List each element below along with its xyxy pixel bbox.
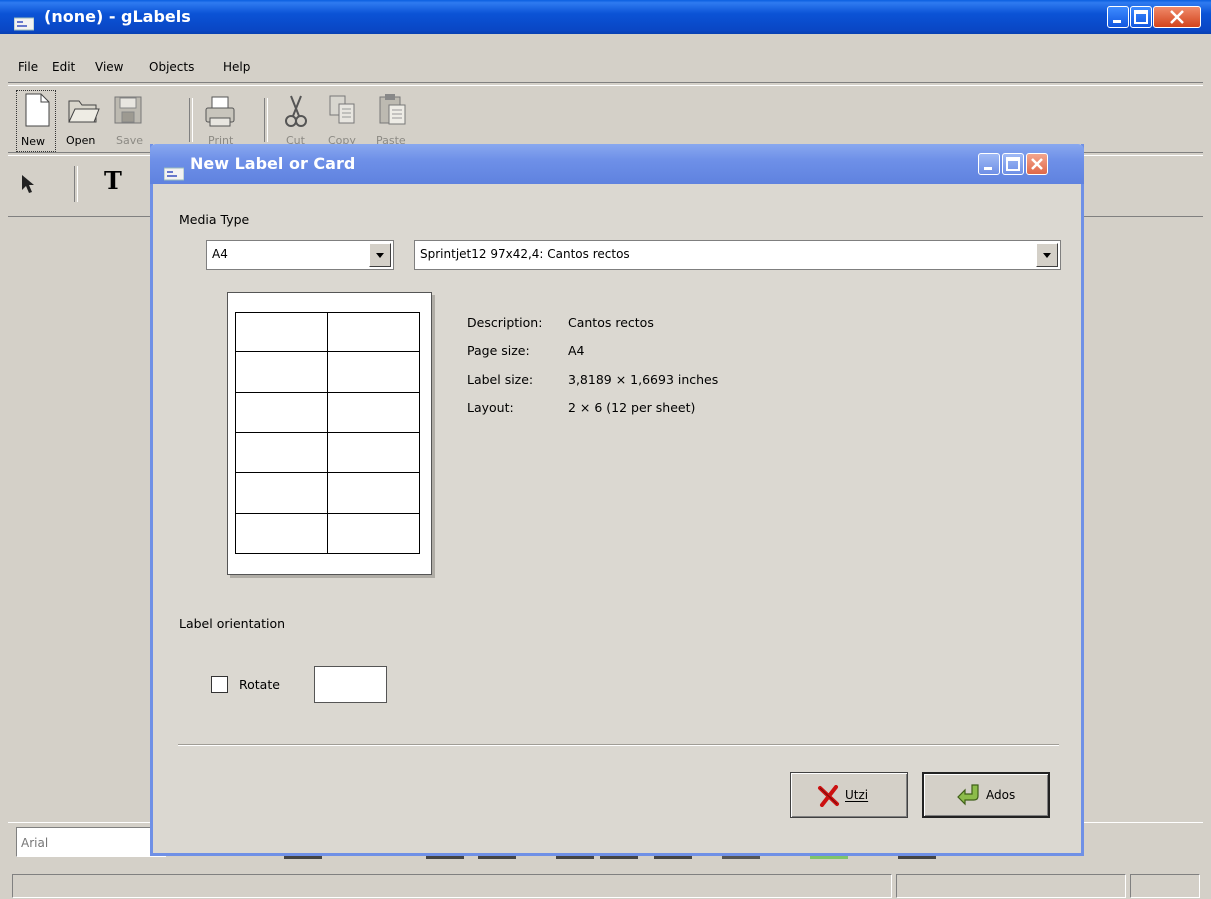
label-cell: [235, 472, 328, 514]
select-arrow-icon[interactable]: [20, 174, 36, 197]
rotate-checkbox[interactable]: [211, 676, 228, 693]
close-icon[interactable]: [1153, 6, 1201, 28]
toolbar-separator: [264, 98, 268, 142]
label-cell: [235, 312, 328, 353]
main-titlebar[interactable]: (none) - gLabels: [0, 0, 1211, 34]
window-title: (none) - gLabels: [44, 7, 191, 26]
label-cell: [326, 351, 420, 393]
open-label: Open: [66, 134, 96, 147]
copy-button[interactable]: Copy: [322, 90, 362, 152]
maximize-icon[interactable]: [1130, 6, 1152, 28]
new-document-icon: [23, 93, 51, 130]
print-button[interactable]: Print: [200, 90, 240, 152]
ok-button[interactable]: Ados: [922, 772, 1050, 818]
label-cell: [326, 512, 420, 554]
page-size-dropdown-button[interactable]: [369, 243, 391, 267]
menu-edit[interactable]: Edit: [52, 60, 75, 74]
menu-objects[interactable]: Objects: [149, 60, 194, 74]
open-button[interactable]: Open: [60, 90, 104, 152]
media-type-heading: Media Type: [179, 212, 250, 227]
dialog-title: New Label or Card: [190, 154, 356, 173]
save-label: Save: [116, 134, 144, 147]
menu-bar: File Edit View Objects Help: [0, 34, 1211, 82]
template-dropdown-button[interactable]: [1036, 243, 1058, 267]
save-button[interactable]: Save: [108, 90, 148, 152]
rotate-preview: [314, 666, 387, 703]
cancel-x-icon: [817, 785, 841, 810]
label-cell: [326, 432, 420, 474]
ok-arrow-icon: [956, 782, 984, 811]
label-cell: [235, 512, 328, 554]
label-cell: [235, 391, 328, 433]
printer-icon: [204, 96, 236, 131]
save-floppy-icon: [114, 96, 142, 127]
app-icon: [13, 10, 35, 31]
font-name-combo[interactable]: Arial: [16, 827, 166, 857]
ok-label: Ados: [986, 788, 1016, 802]
toolbar-separator: [189, 98, 193, 142]
status-message-panel: [12, 874, 892, 898]
description-label: Description:: [467, 315, 543, 330]
page-size-value: A4: [568, 343, 585, 358]
label-size-value: 3,8189 × 1,6693 inches: [568, 372, 719, 387]
layout-label: Layout:: [467, 400, 514, 415]
rotate-label: Rotate: [239, 677, 280, 692]
main-toolbar: New Open Save Print Cut Copy Paste: [8, 86, 1203, 152]
status-bar: [8, 872, 1203, 899]
dialog-maximize-icon[interactable]: [1002, 153, 1024, 175]
text-tool-icon[interactable]: T: [104, 166, 122, 195]
description-value: Cantos rectos: [568, 315, 654, 330]
label-sheet-preview: [227, 292, 432, 575]
status-zoom-panel: [896, 874, 1126, 898]
page-size-label: Page size:: [467, 343, 530, 358]
menu-help[interactable]: Help: [223, 60, 250, 74]
template-combo-value: Sprintjet12 97x42,4: Cantos rectos: [420, 247, 630, 261]
label-cell: [326, 472, 420, 514]
open-folder-icon: [68, 96, 100, 127]
label-cell: [326, 312, 420, 353]
new-label: New: [21, 135, 45, 148]
cut-button[interactable]: Cut: [276, 90, 314, 152]
cancel-label: Utzi: [845, 788, 869, 802]
label-cell: [326, 391, 420, 433]
cancel-button[interactable]: Utzi: [790, 772, 908, 818]
page-size-combo[interactable]: A4: [206, 240, 394, 270]
chevron-down-icon: [376, 253, 384, 258]
scissors-icon: [284, 94, 308, 131]
label-grid: [235, 312, 420, 554]
status-cursor-panel: [1130, 874, 1200, 898]
toolbar-separator: [74, 166, 78, 202]
chevron-down-icon: [1043, 253, 1051, 258]
dialog-minimize-icon[interactable]: [978, 153, 1000, 175]
dialog-separator: [178, 744, 1059, 746]
page-size-combo-value: A4: [212, 247, 228, 261]
label-cell: [235, 432, 328, 474]
new-label-dialog: New Label or Card Media Type A4 Sprintje…: [150, 144, 1084, 856]
dialog-close-icon[interactable]: [1026, 153, 1048, 175]
dialog-titlebar[interactable]: New Label or Card: [150, 144, 1084, 184]
minimize-icon[interactable]: [1107, 6, 1129, 28]
font-name-value: Arial: [21, 836, 49, 850]
layout-value: 2 × 6 (12 per sheet): [568, 400, 696, 415]
paste-clipboard-icon: [378, 92, 408, 129]
menu-view[interactable]: View: [95, 60, 123, 74]
new-button[interactable]: New: [16, 90, 56, 152]
label-cell: [235, 351, 328, 393]
label-size-label: Label size:: [467, 372, 534, 387]
orientation-heading: Label orientation: [179, 616, 286, 631]
template-combo[interactable]: Sprintjet12 97x42,4: Cantos rectos: [414, 240, 1061, 270]
paste-button[interactable]: Paste: [368, 90, 412, 152]
dialog-app-icon: [163, 157, 185, 181]
menu-file[interactable]: File: [18, 60, 38, 74]
copy-icon: [328, 94, 358, 129]
